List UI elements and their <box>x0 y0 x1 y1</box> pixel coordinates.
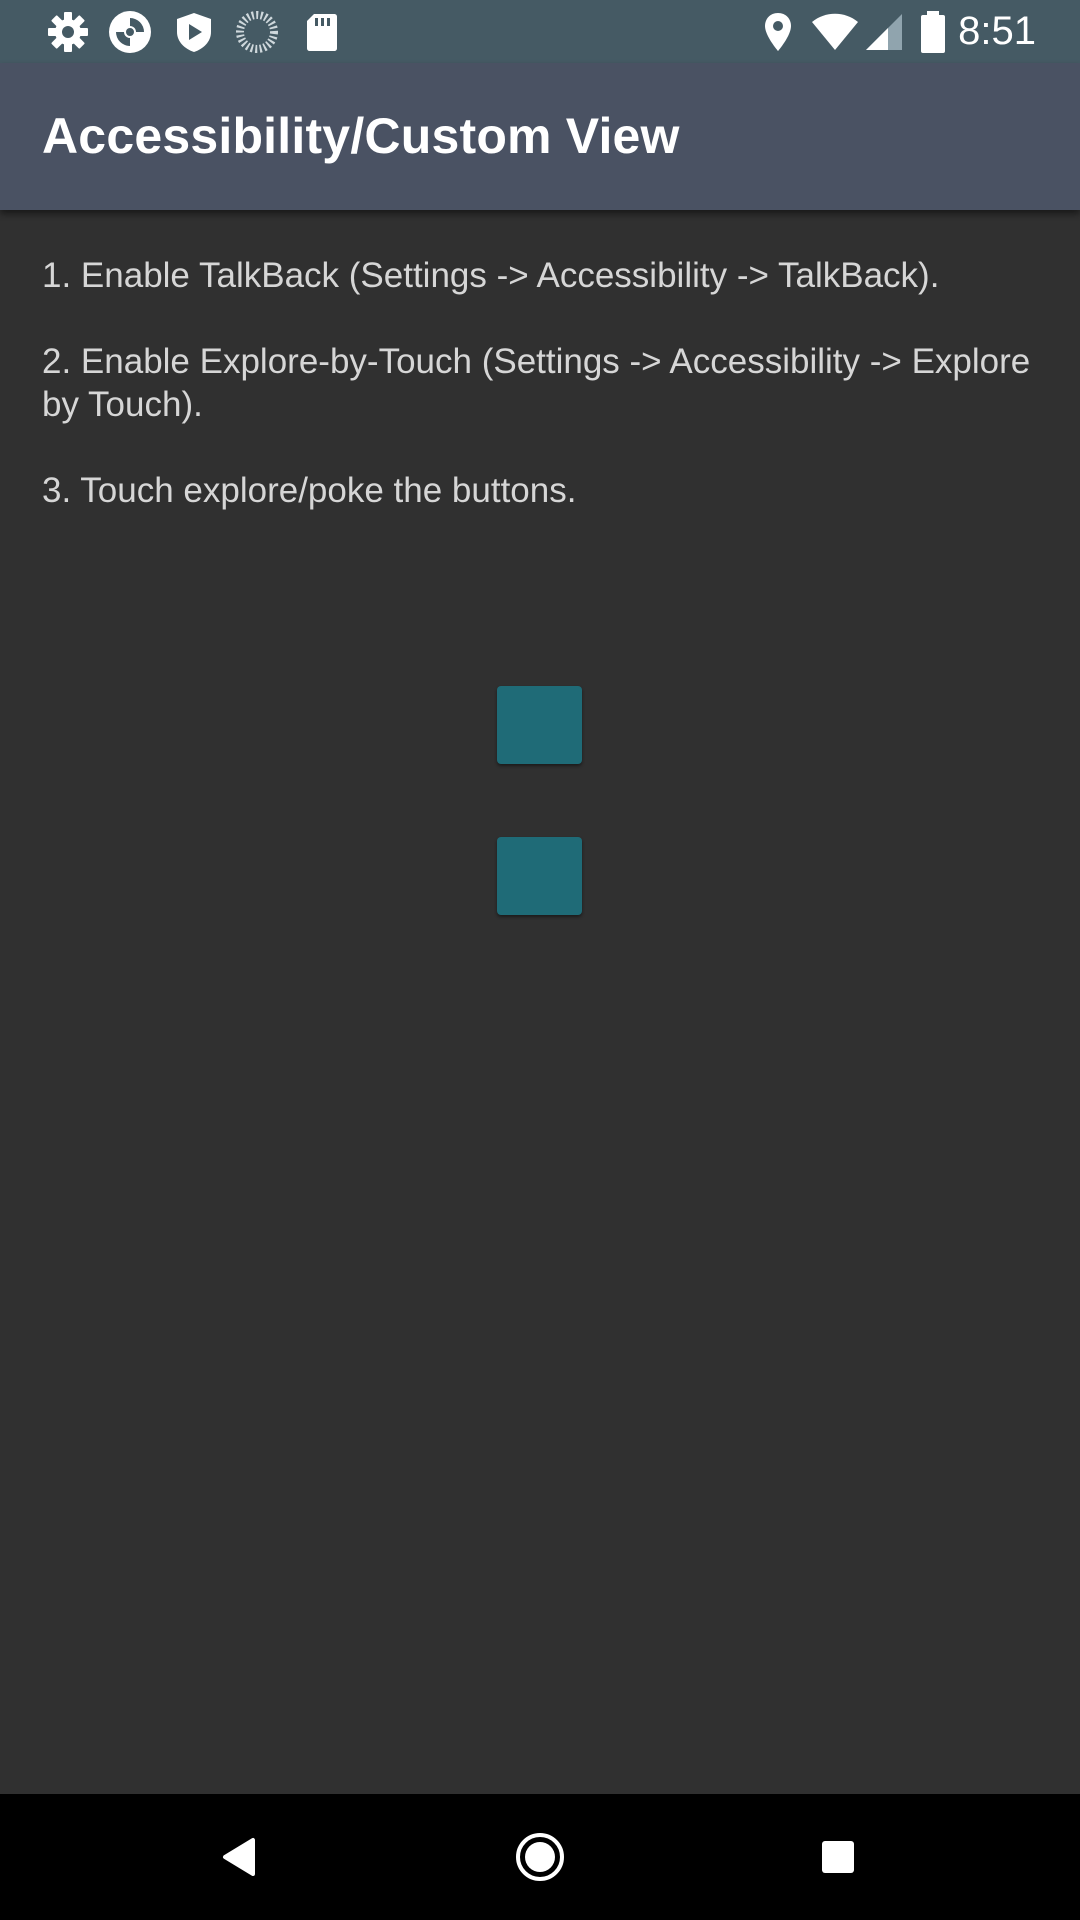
signal-icon <box>862 10 906 54</box>
back-icon[interactable] <box>206 1822 276 1892</box>
screen: 8:51 Accessibility/Custom View 1. Enable… <box>0 0 1080 1920</box>
sync-progress-icon <box>235 10 279 54</box>
settings-icon <box>46 10 90 54</box>
content-area: 1. Enable TalkBack (Settings -> Accessib… <box>0 210 1080 1794</box>
sd-card-icon <box>300 10 344 54</box>
instructions: 1. Enable TalkBack (Settings -> Accessib… <box>42 254 1042 555</box>
battery-icon <box>918 10 948 54</box>
recents-icon[interactable] <box>803 1822 873 1892</box>
home-icon[interactable] <box>505 1822 575 1892</box>
instruction-step-2: 2. Enable Explore-by-Touch (Settings -> … <box>42 342 1031 424</box>
instruction-step-3: 3. Touch explore/poke the buttons. <box>42 471 577 510</box>
nav-bar <box>0 1794 1080 1920</box>
wifi-icon <box>810 10 860 54</box>
custom-view-button-1[interactable] <box>497 686 582 764</box>
instruction-step-1: 1. Enable TalkBack (Settings -> Accessib… <box>42 256 940 295</box>
status-time: 8:51 <box>958 9 1036 53</box>
location-icon <box>756 10 800 54</box>
shutter-icon <box>108 10 152 54</box>
page-title: Accessibility/Custom View <box>42 108 680 164</box>
status-bar: 8:51 <box>0 0 1080 63</box>
app-bar: Accessibility/Custom View <box>0 63 1080 210</box>
custom-view-button-2[interactable] <box>497 837 582 915</box>
shield-play-icon <box>172 10 216 54</box>
